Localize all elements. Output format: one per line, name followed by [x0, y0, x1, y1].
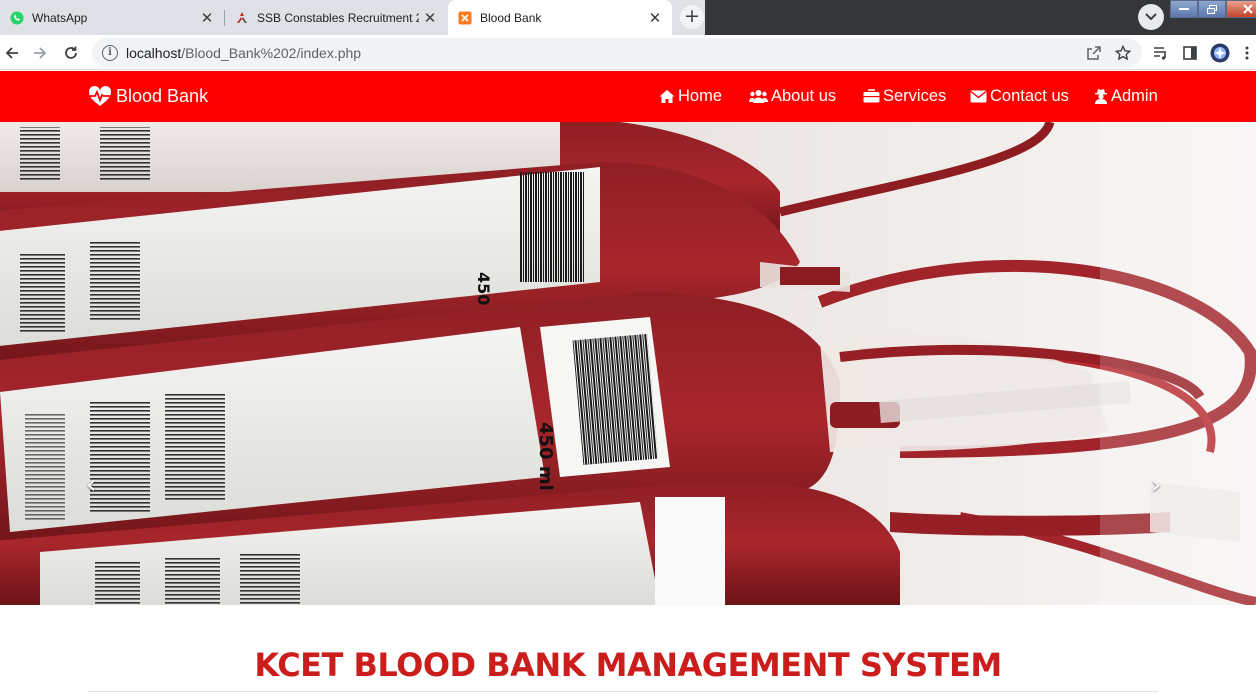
nav-services-label: Services	[883, 86, 947, 105]
new-tab-button[interactable]: +	[680, 5, 704, 29]
nav-admin-label: Admin	[1111, 86, 1158, 105]
url-text: localhost/Blood_Bank%202/index.php	[126, 45, 361, 61]
site-info-icon[interactable]: i	[102, 44, 118, 61]
bag-volume-text: 450	[474, 272, 493, 305]
tab-blood-bank[interactable]: Blood Bank ✕	[448, 0, 672, 35]
nav-home[interactable]: Home	[659, 85, 722, 107]
title-divider	[88, 691, 1158, 692]
browser-menu-button[interactable]	[1240, 43, 1254, 63]
user-secret-icon	[1095, 89, 1107, 104]
share-icon	[1087, 46, 1101, 60]
ssb-emblem-icon	[235, 11, 249, 25]
tab-search-button[interactable]	[1138, 4, 1164, 30]
url-host: localhost	[126, 44, 182, 61]
tab-ssb[interactable]: SSB Constables Recruitment 202 ✕	[225, 0, 447, 35]
nav-about-us[interactable]: About us	[749, 85, 836, 107]
back-button[interactable]	[0, 41, 24, 65]
reading-list-button[interactable]	[1151, 43, 1171, 63]
side-panel-icon	[1183, 46, 1197, 60]
nav-contact-us-label: Contact us	[990, 86, 1069, 105]
restore-icon	[1207, 4, 1217, 14]
tab-title: Blood Bank	[480, 10, 542, 25]
restore-button[interactable]	[1198, 0, 1226, 18]
bag-volume-text-main: 450 ml	[535, 422, 556, 491]
brand-link[interactable]: Blood Bank	[88, 84, 208, 108]
site-navbar: Blood Bank Home About us Services Contac…	[0, 71, 1256, 122]
close-icon	[1243, 4, 1253, 14]
bookmark-button[interactable]	[1113, 43, 1133, 63]
arrow-right-icon	[34, 47, 47, 59]
brand-name: Blood Bank	[116, 85, 209, 106]
users-icon	[749, 89, 768, 103]
nav-services[interactable]: Services	[863, 85, 946, 107]
heartbeat-icon	[88, 85, 112, 106]
profile-button[interactable]	[1210, 43, 1230, 63]
share-button[interactable]	[1084, 43, 1104, 63]
nav-admin[interactable]: Admin	[1094, 85, 1158, 107]
arrow-left-icon	[5, 47, 18, 59]
forward-button[interactable]	[28, 41, 52, 65]
tab-close-icon[interactable]: ✕	[419, 9, 441, 27]
hero-carousel: 450 450 ml ‹ ›	[0, 122, 1256, 605]
xampp-icon	[458, 11, 472, 25]
briefcase-icon	[863, 89, 880, 103]
url-path: /Blood_Bank%202/index.php	[181, 44, 362, 61]
tab-whatsapp[interactable]: WhatsApp ✕	[0, 0, 224, 35]
tab-close-icon[interactable]: ✕	[644, 9, 666, 27]
side-panel-button[interactable]	[1180, 43, 1200, 63]
nav-home-label: Home	[678, 86, 723, 105]
page-title: KCET BLOOD BANK MANAGEMENT SYSTEM	[254, 646, 1002, 684]
browser-toolbar: i localhost/Blood_Bank%202/index.php	[0, 35, 1256, 70]
minimize-button[interactable]	[1170, 0, 1198, 18]
whatsapp-icon	[10, 11, 24, 25]
media-list-icon	[1154, 47, 1166, 60]
tab-close-icon[interactable]: ✕	[196, 9, 218, 27]
nav-about-us-label: About us	[771, 86, 837, 105]
star-icon	[1115, 45, 1131, 61]
reload-button[interactable]	[59, 41, 83, 65]
tab-title: SSB Constables Recruitment 202	[257, 10, 419, 25]
tab-title: WhatsApp	[32, 10, 88, 25]
chevron-down-icon	[1145, 13, 1157, 21]
kebab-menu-icon	[1245, 46, 1249, 60]
carousel-next-button[interactable]: ›	[1151, 472, 1161, 498]
minimize-icon	[1179, 8, 1189, 10]
blood-bags-image: 450 450 ml	[0, 122, 1256, 605]
window-close-button[interactable]	[1226, 0, 1256, 18]
browser-tab-strip: WhatsApp ✕ SSB Constables Recruitment 20…	[0, 0, 1256, 35]
carousel-prev-button[interactable]: ‹	[86, 472, 96, 498]
envelope-icon	[970, 90, 987, 102]
avatar	[1210, 43, 1230, 63]
reload-icon	[65, 46, 77, 59]
home-icon	[659, 89, 675, 103]
address-bar[interactable]: i localhost/Blood_Bank%202/index.php	[92, 38, 1142, 67]
nav-contact-us[interactable]: Contact us	[970, 85, 1069, 107]
